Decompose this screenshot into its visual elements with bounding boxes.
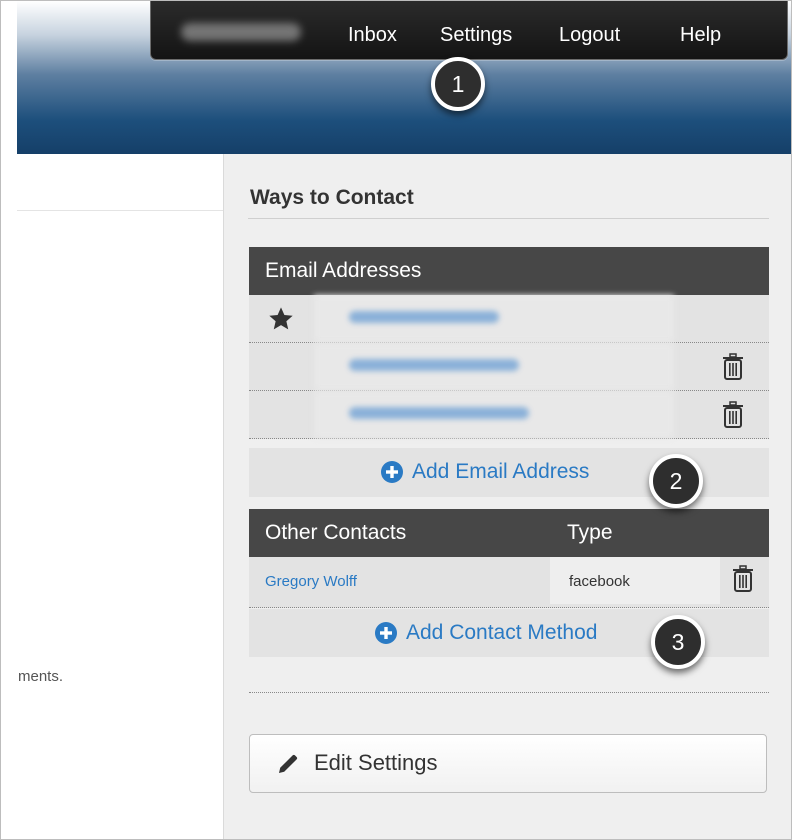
add-email-label: Add Email Address bbox=[412, 460, 590, 483]
star-icon bbox=[269, 307, 293, 330]
email-address-blurred[interactable] bbox=[349, 407, 529, 419]
add-contact-label: Add Contact Method bbox=[406, 621, 598, 644]
left-panel: ments. bbox=[17, 154, 224, 839]
email-table-header: Email Addresses bbox=[249, 247, 769, 295]
pencil-icon bbox=[279, 754, 298, 773]
contact-name-link[interactable]: Gregory Wolff bbox=[265, 573, 357, 590]
trash-icon[interactable] bbox=[732, 565, 754, 592]
trash-icon[interactable] bbox=[722, 353, 744, 380]
top-navigation-bar: Inbox Settings Logout Help bbox=[150, 1, 788, 60]
contact-type-value: facebook bbox=[569, 573, 630, 590]
nav-logout-link[interactable]: Logout bbox=[559, 23, 620, 47]
left-panel-text: ments. bbox=[18, 668, 64, 685]
edit-settings-button[interactable]: Edit Settings bbox=[249, 734, 767, 793]
trash-icon[interactable] bbox=[722, 401, 744, 428]
title-divider bbox=[248, 218, 769, 219]
contact-row: Gregory Wolff facebook bbox=[249, 557, 769, 608]
edit-settings-label: Edit Settings bbox=[314, 750, 438, 775]
nav-help-link[interactable]: Help bbox=[680, 23, 721, 47]
email-row bbox=[249, 343, 769, 391]
callout-1: 1 bbox=[431, 57, 485, 111]
other-contacts-header: Other Contacts Type bbox=[249, 509, 769, 557]
user-name-blurred bbox=[181, 23, 301, 41]
contact-panel: Ways to Contact Email Addresses Add Emai… bbox=[224, 154, 791, 839]
header-banner: Inbox Settings Logout Help bbox=[17, 1, 791, 154]
left-divider bbox=[17, 210, 223, 211]
email-address-blurred[interactable] bbox=[349, 359, 519, 371]
email-address-blurred[interactable] bbox=[349, 311, 499, 323]
add-email-link[interactable]: Add Email Address bbox=[381, 460, 589, 484]
callout-2: 2 bbox=[649, 454, 703, 508]
type-column-label: Type bbox=[567, 521, 613, 544]
plus-circle-icon bbox=[375, 622, 397, 644]
email-header-label: Email Addresses bbox=[265, 259, 422, 282]
section-title: Ways to Contact bbox=[250, 186, 414, 209]
plus-circle-icon bbox=[381, 461, 403, 483]
email-row bbox=[249, 391, 769, 439]
email-row bbox=[249, 295, 769, 343]
nav-settings-link[interactable]: Settings bbox=[440, 23, 512, 47]
section-separator bbox=[249, 692, 769, 693]
nav-inbox-link[interactable]: Inbox bbox=[348, 23, 397, 47]
callout-3: 3 bbox=[651, 615, 705, 669]
screenshot-frame: Inbox Settings Logout Help 1 ments. Ways… bbox=[0, 0, 792, 840]
other-contacts-label: Other Contacts bbox=[265, 521, 407, 544]
add-contact-link[interactable]: Add Contact Method bbox=[375, 621, 597, 645]
